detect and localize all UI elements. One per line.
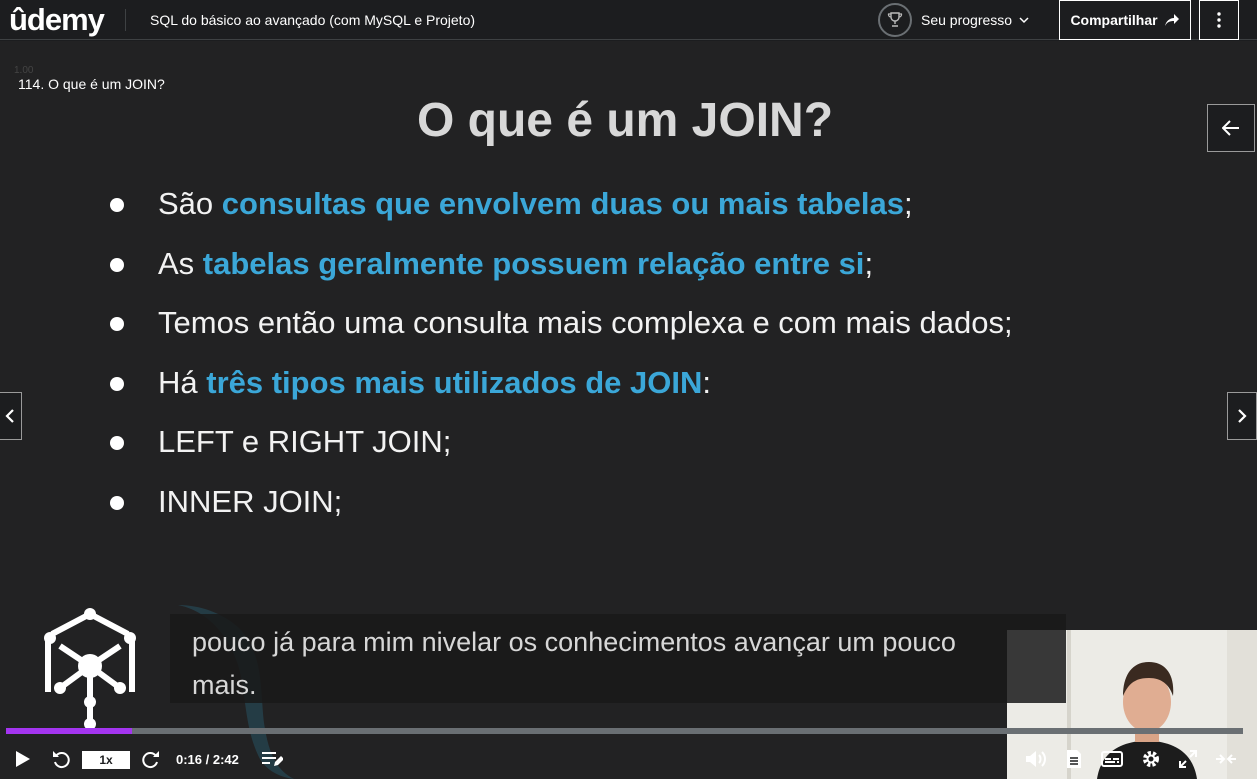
share-button[interactable]: Compartilhar	[1059, 0, 1191, 40]
caption-line-1: pouco já para mim nivelar os conheciment…	[192, 627, 956, 657]
header-divider	[125, 9, 126, 31]
course-title[interactable]: SQL do básico ao avançado (com MySQL e P…	[150, 12, 475, 28]
molecule-logo-icon	[44, 608, 136, 730]
more-vertical-icon	[1217, 12, 1221, 28]
chevron-right-icon	[1238, 409, 1247, 423]
bullet-suffix: ;	[904, 186, 913, 221]
slide-bullet-item: Há três tipos mais utilizados de JOIN:	[110, 365, 1013, 425]
share-label: Compartilhar	[1070, 12, 1158, 28]
forward-button[interactable]	[138, 745, 164, 773]
captions-button[interactable]	[1098, 745, 1126, 773]
back-button[interactable]	[1207, 104, 1255, 152]
video-progress-bar[interactable]	[6, 728, 1243, 734]
bullet-text: Há	[158, 364, 207, 400]
slide-bullet-item: As tabelas geralmente possuem relação en…	[110, 246, 1013, 306]
playback-speed-button[interactable]: 1x	[82, 751, 130, 769]
bullet-text: São	[158, 186, 222, 221]
settings-icon	[1143, 751, 1159, 767]
video-progress-fill	[6, 728, 133, 734]
volume-icon	[1026, 751, 1046, 767]
udemy-logo[interactable]: ûdemy	[9, 2, 105, 38]
bullet-dot	[110, 495, 124, 510]
share-arrow-icon	[1164, 14, 1179, 26]
trophy-icon[interactable]	[878, 3, 912, 37]
bullet-highlight: tabelas geralmente possuem relação entre…	[202, 245, 865, 281]
logo-text: ûdemy	[9, 2, 105, 37]
top-header: ûdemy SQL do básico ao avançado (com MyS…	[0, 0, 1257, 40]
captions-icon	[1101, 751, 1123, 767]
bullet-text: INNER JOIN;	[158, 483, 343, 519]
more-options-button[interactable]	[1199, 0, 1239, 40]
bullet-dot	[110, 436, 124, 450]
notes-icon	[262, 752, 283, 766]
settings-button[interactable]	[1137, 745, 1165, 773]
bullet-suffix: ;	[864, 245, 874, 281]
caption-line-2: mais.	[192, 670, 257, 700]
collapse-sidebar-button[interactable]	[1212, 745, 1240, 773]
bullet-text: As	[158, 245, 203, 281]
app: ûdemy SQL do básico ao avançado (com MyS…	[0, 0, 1257, 779]
slide-title: O que é um JOIN?	[416, 94, 834, 147]
slide-bullet-list: São consultas que envolvem duas ou mais …	[110, 186, 1013, 543]
time-display: 0:16 / 2:42	[176, 752, 239, 767]
bullet-dot	[110, 257, 124, 272]
bullet-text: LEFT e RIGHT JOIN;	[158, 424, 452, 459]
fullscreen-button[interactable]	[1175, 745, 1201, 773]
transcript-button[interactable]	[1061, 745, 1087, 773]
play-button[interactable]	[10, 745, 36, 773]
add-note-button[interactable]	[259, 745, 285, 773]
collapse-icon	[1216, 754, 1236, 764]
bullet-dot	[110, 376, 124, 391]
play-icon	[16, 751, 30, 767]
bullet-dot	[110, 317, 124, 331]
next-lecture-button[interactable]	[1227, 392, 1257, 440]
slide-bullet-item: LEFT e RIGHT JOIN;	[110, 424, 1013, 484]
bullet-highlight: consultas que envolvem duas ou mais tabe…	[221, 186, 905, 221]
slide-bullet-item: Temos então uma consulta mais complexa e…	[110, 305, 1013, 365]
chevron-down-icon	[1019, 17, 1029, 24]
transcript-icon	[1067, 750, 1081, 768]
video-player[interactable]: 1.00 114. O que é um JOIN? O que é um JO…	[0, 41, 1257, 779]
volume-button[interactable]	[1022, 745, 1050, 773]
bullet-dot	[110, 198, 124, 212]
bullet-highlight: três tipos mais utilizados de JOIN	[206, 364, 703, 400]
lecture-title: 114. O que é um JOIN?	[18, 76, 165, 92]
progress-label: Seu progresso	[921, 12, 1013, 28]
slide-bullet-item: São consultas que envolvem duas ou mais …	[110, 186, 1013, 246]
previous-lecture-button[interactable]	[0, 392, 22, 440]
faded-number: 1.00	[14, 65, 34, 76]
bullet-suffix: :	[702, 364, 711, 400]
chevron-left-icon	[4, 409, 14, 423]
fullscreen-icon	[1179, 750, 1197, 768]
video-caption: pouco já para mim nivelar os conheciment…	[170, 614, 1066, 703]
rewind-icon	[53, 751, 70, 769]
rewind-button[interactable]	[48, 745, 74, 773]
progress-dropdown[interactable]: Seu progresso	[921, 12, 1030, 28]
slide-bullet-item: INNER JOIN;	[110, 484, 1013, 544]
forward-icon	[142, 751, 159, 769]
bullet-text: Temos então uma consulta mais complexa e…	[158, 305, 1013, 340]
arrow-left-icon	[1222, 120, 1239, 136]
